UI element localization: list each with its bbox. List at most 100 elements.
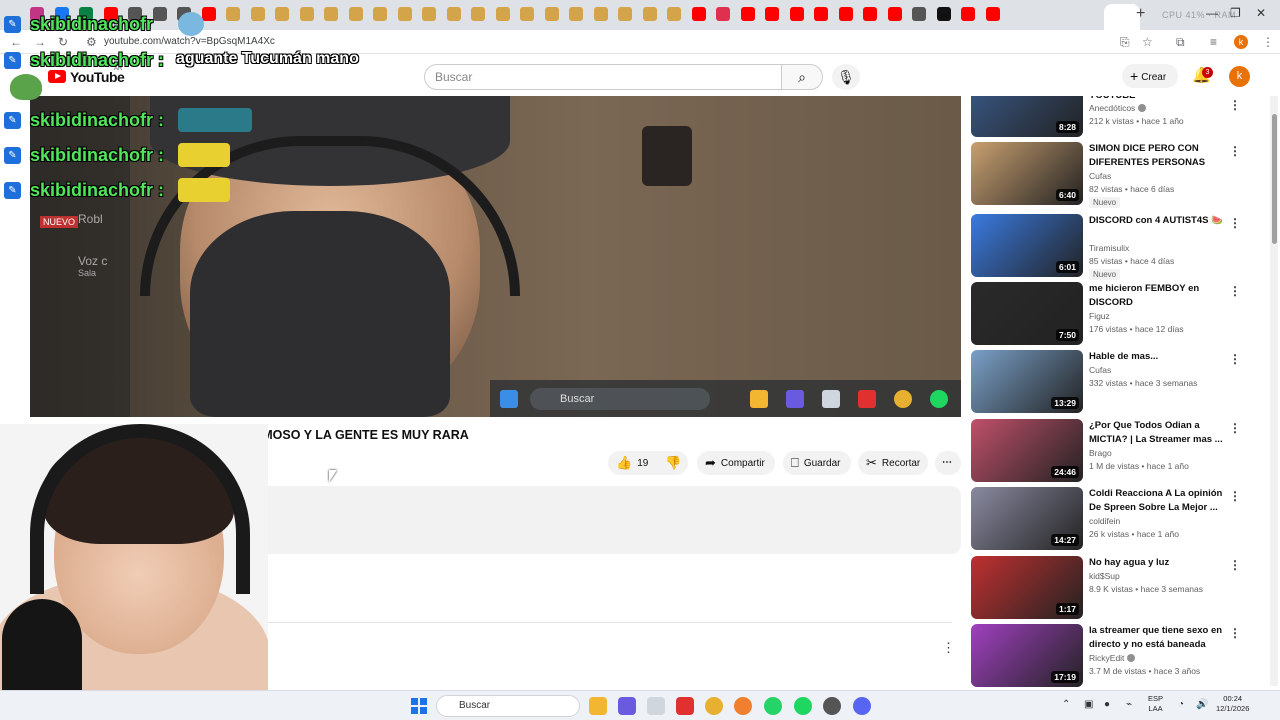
video-thumbnail[interactable]: 6:40 [971,142,1083,205]
video-player[interactable]: NUEVO Robl Voz c Sala Buscar [30,96,961,417]
tab-favicon-icon[interactable] [544,7,559,21]
video-thumbnail[interactable]: 1:17 [971,556,1083,619]
tab-favicon-icon[interactable] [520,7,534,21]
tab-favicon-icon[interactable] [985,7,1000,21]
video-menu-icon[interactable]: ⋮ [1229,558,1241,572]
video-menu-icon[interactable]: ⋮ [1229,489,1241,503]
tab-favicon-icon[interactable] [887,7,902,21]
tab-favicon-icon[interactable] [324,7,338,21]
tab-favicon-icon[interactable] [569,7,583,21]
recommended-title[interactable]: ¿Por Que Todos Odian a MICTIA? | La Stre… [1089,419,1224,446]
video-menu-icon[interactable]: ⋮ [1229,144,1241,158]
reading-list-icon[interactable]: ≡ [1210,35,1217,49]
reload-icon[interactable]: ↻ [58,35,68,49]
tab-favicon-icon[interactable] [348,7,363,21]
recommended-title[interactable]: DISCORD con 4 AUTIST4S 🍉 [1089,214,1224,228]
close-window-button[interactable]: ✕ [1256,6,1266,20]
recommended-title[interactable]: la streamer que tiene sexo en directo y … [1089,624,1224,651]
account-avatar[interactable]: k [1229,66,1250,87]
new-tab-button[interactable]: + [1136,5,1145,23]
recommended-title[interactable]: YOUTUBE [1089,96,1224,103]
tab-favicon-icon[interactable] [642,7,657,21]
video-menu-icon[interactable]: ⋮ [1229,352,1241,366]
recommended-video[interactable]: 8:28 YOUTUBEAnecdóticos 212 k vistas • hac… [971,96,1261,138]
channel-name-row[interactable]: Figuz [1089,311,1110,321]
video-thumbnail[interactable]: 13:29 [971,350,1083,413]
tab-favicon-icon[interactable] [373,7,387,21]
tab-favicon-icon[interactable] [446,7,461,21]
tab-favicon-icon[interactable] [495,7,510,21]
tray-network-icon[interactable]: ⌁ [1126,699,1132,710]
site-info-icon[interactable]: ⚙ [86,35,97,49]
language-indicator[interactable]: ESP LAA [1148,694,1163,714]
forward-icon[interactable]: → [34,35,46,49]
recommended-video[interactable]: 7:50 me hicieron FEMBOY en DISCORD Figuz 17… [971,282,1261,346]
tray-security-icon[interactable]: ● [1104,699,1110,710]
recommended-video[interactable]: 24:46 ¿Por Que Todos Odian a MICTIA? | La… [971,419,1261,483]
recommended-video[interactable]: 13:29 Hable de mas... Cufas 332 vistas • ha… [971,350,1261,414]
minimize-button[interactable]: — [1206,6,1218,20]
more-actions-button[interactable]: ⋯ [935,451,961,475]
tray-app-icon[interactable]: ▣ [1084,699,1093,710]
tab-favicon-icon[interactable] [618,7,632,21]
tab-favicon-icon[interactable] [765,7,779,21]
tab-favicon-icon[interactable] [936,7,951,21]
tab-favicon-icon[interactable] [250,7,265,21]
discord-icon[interactable] [853,697,871,715]
recommended-title[interactable]: Hable de mas... [1089,350,1224,364]
video-thumbnail[interactable]: 6:01 [971,214,1083,277]
install-app-icon[interactable]: ⎘ [1120,35,1130,50]
voice-search-button[interactable]: 🎙 [832,64,860,90]
video-menu-icon[interactable]: ⋮ [1229,284,1241,298]
channel-name-row[interactable]: Anecdóticos [1089,103,1147,113]
channel-name-row[interactable]: RickyEdit [1089,653,1136,663]
tab-favicon-icon[interactable] [691,7,706,21]
create-button[interactable]: + Crear [1122,64,1178,88]
video-thumbnail[interactable]: 14:27 [971,487,1083,550]
recommended-title[interactable]: Coldi Reacciona A La opinión De Spreen S… [1089,487,1224,514]
tab-favicon-icon[interactable] [814,7,828,21]
comment-menu-icon[interactable]: ⋮ [942,640,955,656]
recommended-video[interactable]: 6:40 SIMON DICE PERO CON DIFERENTES PERSO… [971,142,1261,208]
tab-favicon-icon[interactable] [201,7,216,21]
tab-favicon-icon[interactable] [226,7,240,21]
channel-name-row[interactable]: coldifein [1089,516,1120,526]
windows-start-icon[interactable] [411,698,427,714]
video-menu-icon[interactable]: ⋮ [1229,421,1241,435]
save-button[interactable]: ⎕ Guardar [783,451,851,475]
tab-favicon-icon[interactable] [152,7,167,21]
url-field[interactable]: youtube.com/watch?v=BpGsqM1A4Xc [104,36,275,47]
recommended-video[interactable]: 14:27 Coldi Reacciona A La opinión De Spr… [971,487,1261,551]
browser-menu-icon[interactable]: ⋮ [1262,35,1274,49]
video-menu-icon[interactable]: ⋮ [1229,98,1241,112]
obs-icon[interactable] [823,697,841,715]
microsoft-store-icon[interactable] [647,697,665,715]
taskbar-search-box[interactable]: Buscar [436,695,580,717]
share-button[interactable]: ➦ Compartir [697,451,775,475]
search-input[interactable]: Buscar [424,64,782,90]
volume-icon[interactable]: 🔊 [1196,699,1208,710]
channel-name-row[interactable]: Tiramisulix [1089,243,1129,253]
channel-name-row[interactable]: kid$Sup [1089,571,1120,581]
recommended-video[interactable]: 17:19 la streamer que tiene sexo en direc… [971,624,1261,688]
search-button[interactable]: ⌕ [781,64,823,90]
recommended-video[interactable]: 1:17 No hay agua y luz kid$Sup 8.9 K vistas… [971,556,1261,620]
tab-favicon-icon[interactable] [863,7,877,21]
maximize-button[interactable]: ❐ [1230,6,1241,20]
tab-favicon-icon[interactable] [740,7,755,21]
video-menu-icon[interactable]: ⋮ [1229,626,1241,640]
video-thumbnail[interactable]: 8:28 [971,96,1083,137]
clip-button[interactable]: ✂ Recortar [858,451,928,475]
video-thumbnail[interactable]: 17:19 [971,624,1083,687]
active-tab[interactable] [1104,4,1140,30]
video-thumbnail[interactable]: 7:50 [971,282,1083,345]
recommended-title[interactable]: No hay agua y luz [1089,556,1224,570]
system-clock[interactable]: 00:24 12/1/2026 [1216,694,1249,714]
m365-icon[interactable] [618,697,636,715]
recommended-video[interactable]: 6:01 DISCORD con 4 AUTIST4S 🍉 Tiramisulix 8… [971,214,1261,280]
tab-favicon-icon[interactable] [299,7,314,21]
scrollbar-thumb[interactable] [1272,114,1277,244]
tab-favicon-icon[interactable] [838,7,853,21]
tab-favicon-icon[interactable] [471,7,485,21]
wps-office-icon[interactable] [676,697,694,715]
